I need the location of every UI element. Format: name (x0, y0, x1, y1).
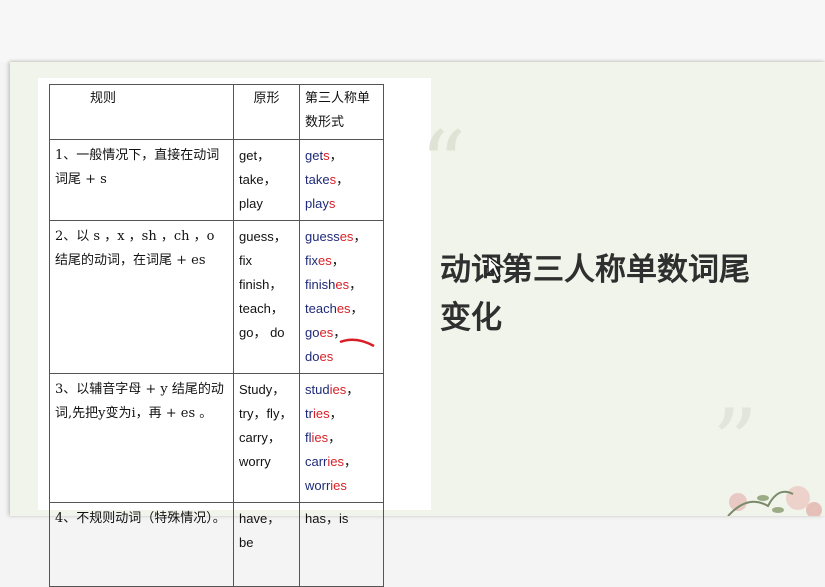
verb-suffix: es (319, 349, 334, 364)
forms-cell: studies，tries，flies，carries，worries (299, 373, 384, 503)
verb-stem: stud (305, 382, 330, 397)
separator: ， (349, 277, 363, 292)
base-cell: guess，fix finish， teach，go， do (233, 220, 300, 374)
table-row: 2、以 s ，x ，sh ，ch ，o 结尾的动词，在词尾 + es guess… (49, 220, 384, 374)
separator: ， (350, 301, 364, 316)
verb-stem: carr (305, 454, 328, 469)
verb-stem: go (305, 325, 320, 340)
verb-suffix: ies (329, 382, 347, 397)
verb-suffix: es (339, 229, 354, 244)
separator: ， (329, 148, 343, 163)
separator: ， (331, 253, 345, 268)
flower-decoration-icon (727, 486, 822, 516)
verb-suffix: es (336, 301, 351, 316)
verb-suffix: es (319, 325, 334, 340)
separator: ， (346, 382, 360, 397)
base-cell: get，take，play (233, 139, 300, 221)
verb-stem: finish (305, 277, 336, 292)
verb-suffix: es (318, 253, 332, 268)
verb-stem: tr (305, 406, 313, 421)
verb-suffix: ies (330, 478, 347, 493)
separator: ， (353, 229, 367, 244)
cursor-icon (487, 254, 506, 280)
verb-form: fixes， (305, 249, 345, 273)
header-third-person: 第三人称单数形式 (299, 84, 384, 140)
verb-form: tries， (305, 402, 343, 426)
rule-cell: 2、以 s ，x ，sh ，ch ，o 结尾的动词，在词尾 + es (49, 220, 234, 374)
rule-cell: 3、以辅音字母 + y 结尾的动词,先把y变为i，再 + es 。 (49, 373, 234, 503)
rule-cell: 4、不规则动词（特殊情况）。 (49, 502, 234, 587)
verb-form: does (305, 345, 333, 369)
verb-form: teaches， (305, 297, 364, 321)
separator: ， (336, 172, 350, 187)
separator: ， (344, 454, 358, 469)
verb-suffix: ies (327, 454, 345, 469)
verb-stem: get (305, 148, 324, 163)
close-quote-icon: ” (712, 390, 759, 495)
table-header-row: 规则 原形 第三人称单数形式 (49, 84, 384, 140)
verb-suffix: s (328, 196, 336, 211)
separator: ， (328, 430, 342, 445)
table-row: 1、一般情况下，直接在动词词尾 + s get，take，play gets，t… (49, 139, 384, 221)
verb-stem: play (305, 196, 329, 211)
verb-suffix: ies (312, 406, 330, 421)
verb-form: gets， (305, 144, 343, 168)
header-base: 原形 (233, 84, 300, 140)
verb-form: plays (305, 192, 335, 216)
verb-form: carries， (305, 450, 357, 474)
verb-rules-table: 规则 原形 第三人称单数形式 1、一般情况下，直接在动词词尾 + s get，t… (49, 84, 384, 587)
verb-stem: do (305, 349, 320, 364)
verb-form: studies， (305, 378, 359, 402)
verb-form: takes， (305, 168, 349, 192)
forms-cell: guesses，fixes，finishes，teaches，goes，does (299, 220, 384, 374)
header-rule: 规则 (49, 84, 234, 140)
verb-suffix: ies (311, 430, 329, 445)
window-background (0, 0, 825, 62)
verb-stem: take (305, 172, 330, 187)
base-cell: Study， try，fly， carry， worry (233, 373, 300, 503)
verb-form: flies， (305, 426, 341, 450)
verb-form: worries (305, 474, 347, 498)
separator: ， (329, 406, 343, 421)
verb-stem: teach (305, 301, 337, 316)
open-quote-icon: “ (420, 112, 467, 217)
verb-stem: worr (305, 478, 331, 493)
table-row: 4、不规则动词（特殊情况）。 have，be has，is (49, 502, 384, 587)
verb-stem: fix (305, 253, 318, 268)
verb-form: finishes， (305, 273, 362, 297)
base-cell: have，be (233, 502, 300, 587)
verb-form: guesses， (305, 225, 366, 249)
red-underline-mark (339, 338, 375, 348)
forms-cell: gets，takes，plays (299, 139, 384, 221)
verb-suffix: es (335, 277, 350, 292)
table-row: 3、以辅音字母 + y 结尾的动词,先把y变为i，再 + es 。 Study，… (49, 373, 384, 503)
verb-stem: guess (305, 229, 340, 244)
forms-cell: has，is (299, 502, 384, 587)
rule-cell: 1、一般情况下，直接在动词词尾 + s (49, 139, 234, 221)
